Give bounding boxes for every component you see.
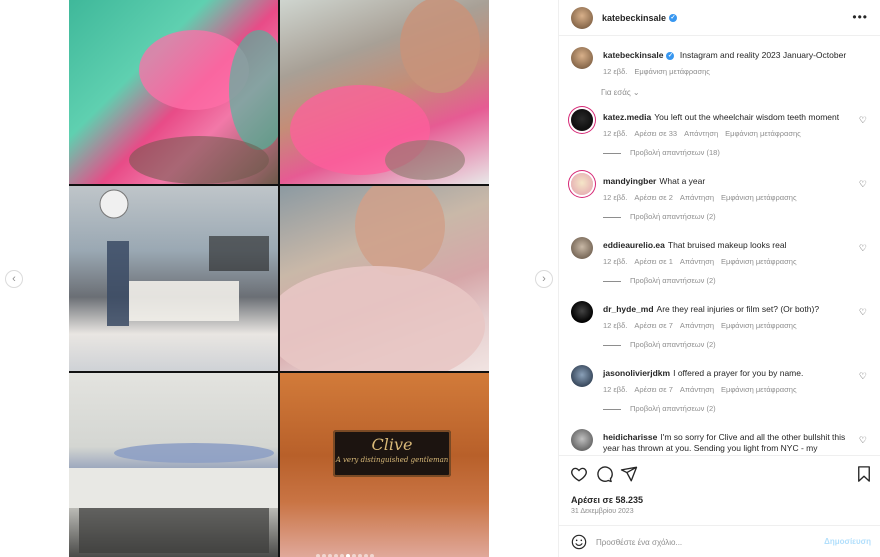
reply-button[interactable]: Απάντηση xyxy=(680,257,714,266)
view-replies[interactable]: Προβολή απαντήσεων (18) xyxy=(603,148,720,157)
comment-likes[interactable]: Αρέσει σε 2 xyxy=(634,193,673,202)
heart-icon[interactable]: ♡ xyxy=(859,307,867,318)
see-translation-link[interactable]: Εμφάνιση μετάφρασης xyxy=(725,129,801,138)
comment-age: 12 εβδ. xyxy=(603,129,628,138)
author-username[interactable]: katebeckinsale ✓ xyxy=(602,13,678,23)
bookmark-icon[interactable] xyxy=(855,465,873,483)
heart-icon[interactable]: ♡ xyxy=(859,243,867,254)
comment-age: 12 εβδ. xyxy=(603,385,628,394)
reply-button[interactable]: Απάντηση xyxy=(680,321,714,330)
view-replies[interactable]: Προβολή απαντήσεων (2) xyxy=(603,212,716,221)
emoji-icon[interactable] xyxy=(571,534,587,550)
post-header: katebeckinsale ✓ ••• xyxy=(559,0,880,36)
photo-selfie-with-cat xyxy=(280,0,489,184)
heart-icon[interactable]: ♡ xyxy=(859,179,867,190)
photo-blanket-selfie xyxy=(280,186,489,371)
comment-username[interactable]: dr_hyde_md xyxy=(603,304,654,314)
see-translation-link[interactable]: Εμφάνιση μετάφρασης xyxy=(721,257,797,266)
photo-urn-box: Clive A very distinguished gentleman xyxy=(280,373,489,557)
avatar[interactable] xyxy=(571,429,593,451)
comment-username[interactable]: heidicharisse xyxy=(603,432,657,442)
comment-likes[interactable]: Αρέσει σε 33 xyxy=(634,129,677,138)
share-icon[interactable] xyxy=(620,465,638,483)
comment-age: 12 εβδ. xyxy=(603,321,628,330)
photo-xray-table xyxy=(69,373,278,557)
comments-list: katebeckinsale ✓ Instagram and reality 20… xyxy=(559,37,880,455)
post-date: 31 Δεκεμβρίου 2023 xyxy=(571,508,634,515)
comment-text: What a year xyxy=(659,176,706,186)
likes-count[interactable]: Αρέσει σε 58.235 xyxy=(571,495,643,505)
for-you-filter[interactable]: Για εσάς ⌄ xyxy=(601,88,640,97)
comment-text: Are they real injuries or film set? (Or … xyxy=(656,304,820,314)
caption-text: Instagram and reality 2023 January-Octob… xyxy=(679,50,847,60)
chevron-left-icon[interactable]: ‹ xyxy=(5,270,23,288)
heart-icon[interactable]: ♡ xyxy=(859,115,867,126)
avatar[interactable] xyxy=(571,173,593,195)
plaque-title: Clive xyxy=(371,435,413,454)
avatar[interactable] xyxy=(571,6,593,29)
reply-button[interactable]: Απάντηση xyxy=(680,193,714,202)
more-horizontal-icon[interactable]: ••• xyxy=(852,10,868,24)
photo-pink-pajama-cat xyxy=(69,0,278,184)
see-translation-link[interactable]: Εμφάνιση μετάφρασης xyxy=(634,67,710,76)
avatar[interactable] xyxy=(571,365,593,387)
avatar[interactable] xyxy=(571,301,593,323)
avatar[interactable] xyxy=(571,237,593,259)
comment-age: 12 εβδ. xyxy=(603,257,628,266)
chevron-right-icon[interactable]: › xyxy=(535,270,553,288)
comment-username[interactable]: eddieaurelio.ea xyxy=(603,240,665,250)
comment-likes[interactable]: Αρέσει σε 7 xyxy=(634,321,673,330)
post-actions: Αρέσει σε 58.235 31 Δεκεμβρίου 2023 xyxy=(559,455,880,525)
post-side-panel: katebeckinsale ✓ ••• katebeckinsale ✓ Inst… xyxy=(558,0,880,557)
view-replies[interactable]: Προβολή απαντήσεων (2) xyxy=(603,276,716,285)
add-comment-bar: Δημοσίευση xyxy=(559,525,880,557)
reply-button[interactable]: Απάντηση xyxy=(684,129,718,138)
see-translation-link[interactable]: Εμφάνιση μετάφρασης xyxy=(721,321,797,330)
plaque-subtitle: A very distinguished gentleman xyxy=(335,456,449,464)
avatar[interactable] xyxy=(571,109,593,131)
urn-plaque: Clive A very distinguished gentleman xyxy=(333,430,451,477)
caption-age: 12 εβδ. xyxy=(603,67,628,76)
verified-icon: ✓ xyxy=(669,14,678,23)
verified-icon: ✓ xyxy=(666,51,675,60)
post-comment-button[interactable]: Δημοσίευση xyxy=(824,537,871,546)
comment-username[interactable]: jasonolivierjdkm xyxy=(603,368,670,378)
media-stage: ‹ Clive A very distinguished gentleman › xyxy=(0,0,558,557)
heart-icon[interactable]: ♡ xyxy=(859,435,867,446)
comment-age: 12 εβδ. xyxy=(603,193,628,202)
reply-button[interactable]: Απάντηση xyxy=(680,385,714,394)
avatar[interactable] xyxy=(571,47,593,69)
view-replies[interactable]: Προβολή απαντήσεων (2) xyxy=(603,404,716,413)
photo-hospital-room xyxy=(69,186,278,371)
see-translation-link[interactable]: Εμφάνιση μετάφρασης xyxy=(721,385,797,394)
comment-text: You left out the wheelchair wisdom teeth… xyxy=(654,112,840,122)
chevron-down-icon: ⌄ xyxy=(632,88,640,97)
comment-text: I offered a prayer for you by name. xyxy=(673,368,804,378)
heart-icon[interactable] xyxy=(570,465,588,483)
comment-icon[interactable] xyxy=(595,465,613,483)
comment-username[interactable]: mandyingber xyxy=(603,176,656,186)
heart-icon[interactable]: ♡ xyxy=(859,371,867,382)
comment-text: That bruised makeup looks real xyxy=(667,240,787,250)
caption-username[interactable]: katebeckinsale ✓ xyxy=(603,50,675,60)
post-image-collage: Clive A very distinguished gentleman xyxy=(69,0,489,557)
comment-username[interactable]: katez.media xyxy=(603,112,651,122)
carousel-dots xyxy=(316,545,376,557)
view-replies[interactable]: Προβολή απαντήσεων (2) xyxy=(603,340,716,349)
see-translation-link[interactable]: Εμφάνιση μετάφρασης xyxy=(721,193,797,202)
comment-likes[interactable]: Αρέσει σε 7 xyxy=(634,385,673,394)
comment-input[interactable] xyxy=(596,535,816,549)
comment-likes[interactable]: Αρέσει σε 1 xyxy=(634,257,673,266)
